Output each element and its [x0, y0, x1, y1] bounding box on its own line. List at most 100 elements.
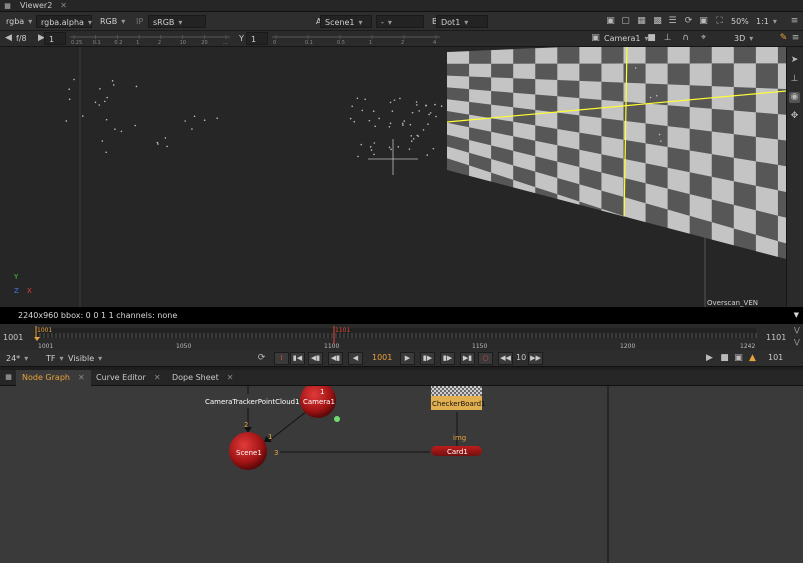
record-icon[interactable]: ■ [719, 353, 730, 364]
exposure-field[interactable]: 1 [44, 32, 66, 45]
play-forward-button[interactable]: ▶ [400, 352, 415, 365]
alpha-channel-dropdown[interactable]: rgba.alpha [36, 15, 92, 28]
step-increment-field[interactable]: 10 [516, 353, 526, 362]
node-camera-tracker[interactable]: CameraTrackerPointCloud1 [204, 394, 300, 408]
current-frame-field[interactable]: 1001 [372, 353, 392, 362]
zebra-icon[interactable]: ▦ [636, 16, 647, 27]
step-back-button[interactable]: ◀▮ [328, 352, 343, 365]
cloud-point [164, 137, 167, 139]
viewer-canvas[interactable]: Y Z X Overscan_VEN [0, 47, 786, 307]
axis-move-icon[interactable]: ⊥ [789, 74, 800, 85]
timeline[interactable]: 1001 1101 ⋁ ⋁ 1001 1050 1100 1150 1200 1242 1… [0, 324, 803, 350]
axis-icon[interactable]: ⊥ [662, 33, 673, 44]
fps-dropdown[interactable]: 24* [2, 352, 32, 365]
flipbook-icon[interactable]: ▶ [704, 353, 715, 364]
scale-icon[interactable]: ✥ [789, 111, 800, 122]
tab-dope-sheet[interactable]: Dope Sheet ✕ [166, 370, 239, 386]
panel-menu-icon[interactable]: ▦ [3, 372, 14, 383]
node-checkerboard[interactable]: CheckerBoard1 [431, 386, 486, 410]
node-camera-label: Camera1 [303, 398, 335, 406]
timeline-collapse-icon[interactable]: ⋁ [794, 326, 800, 334]
tab-viewer2[interactable]: Viewer2 ✕ [14, 0, 73, 12]
ip-toggle[interactable]: IP [132, 15, 147, 28]
next-keyframe-button[interactable]: ▮▶ [440, 352, 455, 365]
display-channel-dropdown[interactable]: RGB [96, 15, 129, 28]
gamma-slider[interactable]: 0 0.1 0.5 1 2 4 [272, 34, 440, 46]
grid-menu-icon[interactable]: ▦ [2, 1, 13, 12]
visible-dropdown[interactable]: Visible [64, 352, 106, 365]
rotate-icon[interactable]: ◉ [789, 92, 800, 103]
cloud-point [408, 148, 411, 150]
list-icon[interactable]: ☰ [667, 16, 678, 27]
node-camera[interactable]: Camera1 1 [300, 386, 340, 422]
cloud-point [111, 80, 114, 82]
lut-value: sRGB [153, 18, 175, 27]
fullscreen-icon[interactable]: ⛶ [714, 16, 725, 27]
roi-icon[interactable]: ▢ [620, 16, 631, 27]
viewer-crosshair [368, 139, 418, 175]
gamma-value: 1 [251, 35, 257, 44]
checker-tile [777, 164, 786, 195]
last-frame-button[interactable]: ▶▮ [460, 352, 475, 365]
play-backward-button[interactable]: ◀ [348, 352, 363, 365]
timeline-expand-icon[interactable]: ⋁ [794, 338, 800, 346]
a-input-dropdown[interactable]: Scene1 [320, 15, 372, 28]
cloud-point [370, 149, 373, 151]
transform-icon[interactable]: ⌖ [698, 33, 709, 44]
gamma-field[interactable]: 1 [246, 32, 268, 45]
lock-icon[interactable]: ▣ [698, 16, 709, 27]
camera-lock-icon[interactable]: ■ [646, 33, 657, 44]
first-frame-button[interactable]: ▮◀ [290, 352, 305, 365]
monitor-icon[interactable]: ▣ [605, 16, 616, 27]
checker-toggle-icon[interactable]: ▩ [652, 16, 663, 27]
skip-forward-button[interactable]: ▶▶ [528, 352, 543, 365]
composite-mode-dropdown[interactable]: - [376, 15, 424, 28]
close-icon[interactable]: ✕ [60, 1, 67, 10]
playhead-marker[interactable] [34, 337, 40, 341]
pixel-ratio-dropdown[interactable]: 1:1 [752, 15, 781, 28]
export-icon[interactable]: ▲ [747, 353, 758, 364]
node-graph-canvas[interactable]: CameraTrackerPointCloud1 2 Camera1 1 Sce… [0, 386, 803, 563]
out-point-button[interactable]: ○ [478, 352, 493, 365]
step-forward-button[interactable]: ▮▶ [420, 352, 435, 365]
zoom-dropdown[interactable]: 50% [727, 15, 753, 28]
overscan-label: Overscan_VEN [707, 299, 758, 307]
prev-keyframe-button[interactable]: ◀▮ [308, 352, 323, 365]
dropdown-arrow-icon[interactable]: ▼ [794, 307, 799, 324]
playback-controls: 24* TF Visible ⟳ I ▮◀ ◀▮ ◀▮ ◀ 1001 ▶ ▮▶ … [0, 350, 803, 367]
channels-dropdown[interactable]: rgba [2, 15, 36, 28]
cloud-point [105, 151, 107, 154]
lut-dropdown[interactable]: sRGB [148, 15, 206, 28]
slider-tick-label: 0.2 [114, 40, 122, 44]
select-arrow-icon[interactable]: ➤ [789, 55, 800, 66]
view-mode-dropdown[interactable]: 3D [730, 32, 757, 45]
expand-icon[interactable]: ≡ [789, 16, 800, 27]
close-icon[interactable]: ✕ [78, 373, 85, 382]
lock-playback-icon[interactable]: ▣ [733, 353, 744, 364]
node-scene[interactable]: Scene1 [229, 432, 267, 470]
in-point-button[interactable]: I [274, 352, 289, 365]
tab-curve-editor[interactable]: Curve Editor ✕ [90, 370, 167, 386]
cloud-point [411, 111, 414, 114]
b-input-dropdown[interactable]: Dot1 [436, 15, 488, 28]
close-icon[interactable]: ✕ [227, 373, 234, 382]
end-frame-field[interactable]: 101 [768, 353, 783, 362]
in-marker[interactable]: 1001 [37, 327, 52, 334]
timeline-end[interactable]: 1101 [766, 333, 786, 342]
refresh-icon[interactable]: ⟳ [683, 16, 694, 27]
checker-tile [535, 79, 558, 97]
skip-back-button[interactable]: ◀◀ [498, 352, 513, 365]
paint-brush-icon[interactable]: ✎ [778, 33, 789, 44]
curve-icon[interactable]: ∩ [680, 33, 691, 44]
loop-icon[interactable]: ⟳ [256, 353, 267, 364]
checker-tile [491, 77, 514, 93]
camera-dropdown[interactable]: Camera1 [600, 32, 653, 45]
out-marker[interactable]: 1101 [335, 327, 350, 334]
timeline-start[interactable]: 1001 [3, 333, 23, 342]
node-card[interactable]: Card1 [431, 446, 482, 456]
tab-node-graph[interactable]: Node Graph ✕ [16, 370, 91, 386]
exposure-slider[interactable]: 0.25 0.1 0.2 1 2 10 20... [70, 34, 230, 46]
a-input-value: Scene1 [325, 18, 355, 27]
expand-row-icon[interactable]: ≡ [790, 33, 801, 44]
close-icon[interactable]: ✕ [154, 373, 161, 382]
